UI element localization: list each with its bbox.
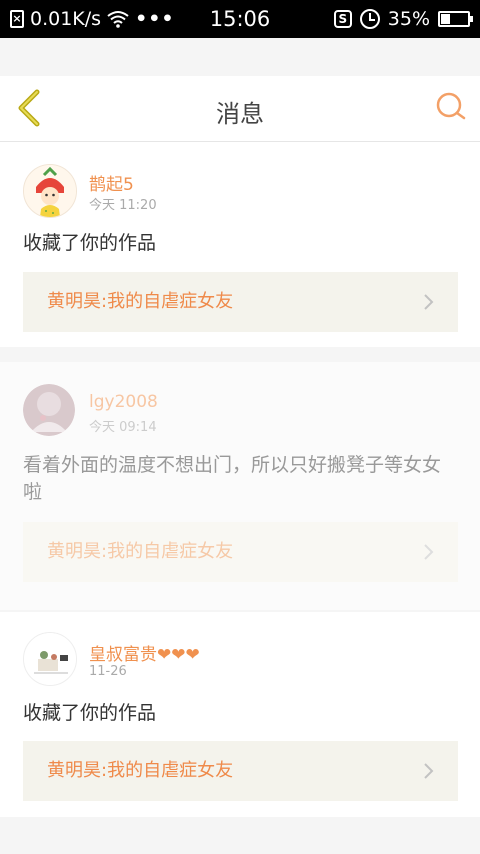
- wifi-icon: [107, 11, 129, 28]
- work-link[interactable]: 黄明昊:我的自虐症女友: [23, 741, 458, 801]
- work-title: 黄明昊:我的自虐症女友: [47, 760, 234, 781]
- work-title: 黄明昊:我的自虐症女友: [47, 541, 234, 562]
- username[interactable]: 皇叔富贵❤❤❤: [89, 640, 200, 665]
- illustration-avatar-icon: [24, 633, 76, 685]
- photo-avatar-icon: [23, 384, 75, 436]
- message-card[interactable]: 皇叔富贵❤❤❤ 11-26 收藏了你的作品 黄明昊:我的自虐症女友: [0, 612, 480, 817]
- status-bar: × 0.01K/s ••• 15:06 S 35%: [0, 0, 480, 38]
- nav-bar: 消息: [0, 76, 480, 142]
- message-text: 收藏了你的作品: [23, 702, 157, 724]
- alarm-icon: [359, 9, 380, 29]
- chevron-right-icon: [424, 294, 434, 310]
- message-card[interactable]: 鹊起5 今天 11:20 收藏了你的作品 黄明昊:我的自虐症女友: [0, 142, 480, 347]
- s-app-icon: S: [333, 10, 352, 28]
- no-sim-icon: ×: [10, 10, 24, 28]
- network-speed: 0.01K/s: [30, 8, 102, 30]
- strawberry-avatar-icon: [24, 165, 76, 217]
- avatar[interactable]: [23, 632, 77, 686]
- clock: 15:06: [209, 7, 271, 31]
- search-icon[interactable]: [434, 90, 468, 124]
- avatar[interactable]: [23, 384, 75, 436]
- work-link[interactable]: 黄明昊:我的自虐症女友: [23, 522, 458, 582]
- timestamp: 今天 11:20: [89, 198, 157, 213]
- username[interactable]: lgy2008: [89, 392, 158, 412]
- avatar[interactable]: [23, 164, 77, 218]
- work-title: 黄明昊:我的自虐症女友: [47, 291, 234, 312]
- battery-percent: 35%: [387, 8, 430, 30]
- more-dots-icon: •••: [135, 8, 175, 30]
- page-title: 消息: [216, 100, 264, 128]
- timestamp: 11-26: [89, 664, 127, 679]
- timestamp: 今天 09:14: [89, 420, 157, 435]
- battery-icon: [438, 11, 473, 27]
- message-card[interactable]: lgy2008 今天 09:14 看着外面的温度不想出门，所以只好搬凳子等女女啦…: [0, 362, 480, 610]
- message-text: 收藏了你的作品: [23, 232, 157, 254]
- username[interactable]: 鹊起5: [89, 170, 134, 195]
- message-text: 看着外面的温度不想出门，所以只好搬凳子等女女啦: [23, 454, 442, 503]
- work-link[interactable]: 黄明昊:我的自虐症女友: [23, 272, 458, 332]
- battery-fill: [441, 14, 450, 24]
- chevron-right-icon: [424, 544, 434, 560]
- chevron-right-icon: [424, 763, 434, 779]
